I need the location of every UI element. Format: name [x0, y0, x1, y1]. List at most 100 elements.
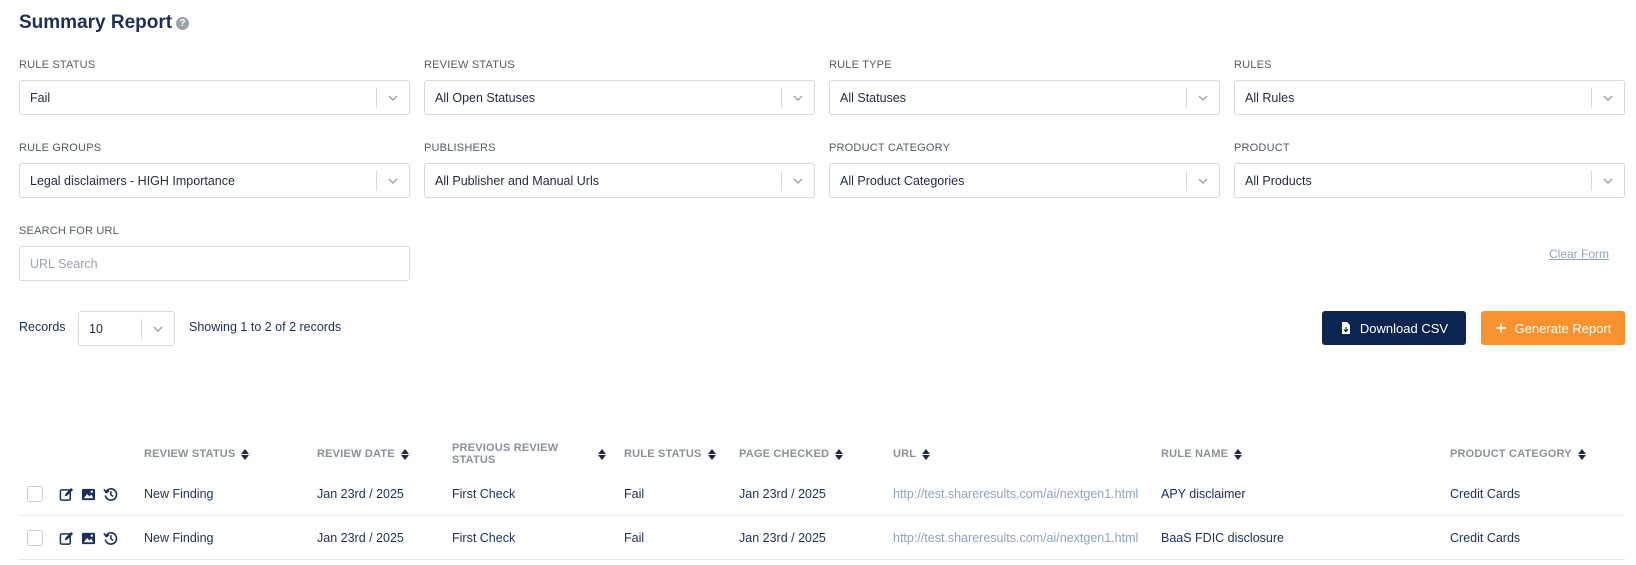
cell-previous-review-status: First Check: [452, 531, 516, 545]
row-checkbox[interactable]: [27, 486, 43, 502]
generate-report-button[interactable]: Generate Report: [1481, 311, 1625, 345]
filter-search-url: SEARCH FOR URL: [19, 225, 410, 281]
download-csv-button[interactable]: Download CSV: [1322, 311, 1466, 345]
row-actions: [59, 516, 118, 560]
sort-icon[interactable]: [1577, 448, 1586, 460]
column-header-label: URL: [893, 448, 917, 460]
chevron-down-icon[interactable]: [1187, 164, 1219, 197]
column-header-previous-review-status[interactable]: PREVIOUS REVIEW STATUS: [452, 436, 606, 472]
cell-page-checked: Jan 23rd / 2025: [739, 531, 826, 545]
cell-url-link[interactable]: http://test.shareresults.com/ai/nextgen1…: [893, 516, 1138, 560]
filter-product: PRODUCT All Products: [1234, 142, 1625, 198]
cell-rule-name: APY disclaimer: [1161, 487, 1246, 501]
sort-icon[interactable]: [922, 448, 931, 460]
chevron-down-icon[interactable]: [142, 312, 174, 345]
edit-icon[interactable]: [59, 487, 74, 502]
clear-form-link[interactable]: Clear Form: [1549, 247, 1609, 261]
help-icon[interactable]: ?: [176, 16, 190, 30]
chevron-down-icon[interactable]: [1592, 81, 1624, 114]
row-checkbox-cell: [27, 516, 43, 560]
filter-rule-status: RULE STATUS Fail: [19, 59, 410, 115]
url-search-input[interactable]: [19, 246, 410, 281]
publishers-select[interactable]: All Publisher and Manual Urls: [424, 163, 815, 198]
sort-icon[interactable]: [1234, 448, 1243, 460]
column-header-label: REVIEW STATUS: [144, 448, 236, 460]
rule-type-select[interactable]: All Statuses: [829, 80, 1220, 115]
review-status-select[interactable]: All Open Statuses: [424, 80, 815, 115]
select-value: All Products: [1245, 173, 1312, 188]
column-header-review-date[interactable]: REVIEW DATE: [317, 436, 409, 472]
edit-icon[interactable]: [59, 531, 74, 546]
history-icon[interactable]: [103, 531, 118, 546]
column-header-label: PAGE CHECKED: [739, 448, 830, 460]
filter-rule-type: RULE TYPE All Statuses: [829, 59, 1220, 115]
table-row: New Finding Jan 23rd / 2025 First Check …: [19, 472, 1625, 516]
chevron-down-icon[interactable]: [782, 164, 814, 197]
sort-icon[interactable]: [598, 448, 606, 460]
column-header-label: REVIEW DATE: [317, 448, 395, 460]
select-value: All Rules: [1245, 90, 1295, 105]
records-count-text: Showing 1 to 2 of 2 records: [189, 320, 342, 334]
cell-rule-status: Fail: [624, 487, 645, 501]
chevron-down-icon[interactable]: [1592, 164, 1624, 197]
product-category-select[interactable]: All Product Categories: [829, 163, 1220, 198]
rule-groups-select[interactable]: Legal disclaimers - HIGH Importance: [19, 163, 410, 198]
rules-select[interactable]: All Rules: [1234, 80, 1625, 115]
image-icon[interactable]: [81, 487, 96, 502]
filter-label: RULE STATUS: [19, 59, 96, 71]
column-header-label: RULE NAME: [1161, 448, 1229, 460]
cell-page-checked: Jan 23rd / 2025: [739, 487, 826, 501]
generate-report-label: Generate Report: [1514, 320, 1612, 336]
column-header-rule-name[interactable]: RULE NAME: [1161, 436, 1243, 472]
column-header-rule-status[interactable]: RULE STATUS: [624, 436, 716, 472]
column-header-label: RULE STATUS: [624, 448, 702, 460]
filter-label: RULE GROUPS: [19, 142, 102, 154]
select-value: Fail: [30, 90, 51, 105]
filter-label: PRODUCT CATEGORY: [829, 142, 951, 154]
filter-label: SEARCH FOR URL: [19, 225, 119, 237]
image-icon[interactable]: [81, 531, 96, 546]
product-select[interactable]: All Products: [1234, 163, 1625, 198]
page-title: Summary Report ?: [19, 12, 190, 34]
plus-icon: [1495, 323, 1506, 333]
cell-rule-status: Fail: [624, 531, 645, 545]
column-header-url[interactable]: URL: [893, 436, 931, 472]
column-header-label: PRODUCT CATEGORY: [1450, 448, 1572, 460]
sort-icon[interactable]: [400, 448, 409, 460]
sort-icon[interactable]: [835, 448, 844, 460]
rule-status-select[interactable]: Fail: [19, 80, 410, 115]
row-checkbox-cell: [27, 472, 43, 516]
filter-label: PUBLISHERS: [424, 142, 496, 154]
cell-rule-name: BaaS FDIC disclosure: [1161, 531, 1284, 545]
row-checkbox[interactable]: [27, 530, 43, 546]
select-value: All Statuses: [840, 90, 907, 105]
sort-icon[interactable]: [707, 448, 716, 460]
chevron-down-icon[interactable]: [1187, 81, 1219, 114]
filter-rules: RULES All Rules: [1234, 59, 1625, 115]
cell-review-status: New Finding: [144, 487, 214, 501]
filter-publishers: PUBLISHERS All Publisher and Manual Urls: [424, 142, 815, 198]
column-header-product-category[interactable]: PRODUCT CATEGORY: [1450, 436, 1586, 472]
select-value: Legal disclaimers - HIGH Importance: [30, 173, 235, 188]
sort-icon[interactable]: [241, 448, 250, 460]
chevron-down-icon[interactable]: [377, 164, 409, 197]
column-header-label: PREVIOUS REVIEW STATUS: [452, 442, 559, 466]
column-header-page-checked[interactable]: PAGE CHECKED: [739, 436, 844, 472]
records-per-page-select[interactable]: 10: [78, 311, 175, 346]
chevron-down-icon[interactable]: [782, 81, 814, 114]
column-header-review-status[interactable]: REVIEW STATUS: [144, 436, 250, 472]
page-title-text: Summary Report: [19, 12, 173, 33]
cell-url-link[interactable]: http://test.shareresults.com/ai/nextgen1…: [893, 472, 1138, 516]
cell-previous-review-status: First Check: [452, 487, 516, 501]
filter-label: PRODUCT: [1234, 142, 1290, 154]
select-value: All Publisher and Manual Urls: [435, 173, 599, 188]
filter-label: REVIEW STATUS: [424, 59, 515, 71]
history-icon[interactable]: [103, 487, 118, 502]
filter-label: RULE TYPE: [829, 59, 892, 71]
cell-review-date: Jan 23rd / 2025: [317, 487, 404, 501]
filter-label: RULES: [1234, 59, 1272, 71]
select-value: All Product Categories: [840, 173, 965, 188]
chevron-down-icon[interactable]: [377, 81, 409, 114]
cell-review-status: New Finding: [144, 531, 214, 545]
row-actions: [59, 472, 118, 516]
